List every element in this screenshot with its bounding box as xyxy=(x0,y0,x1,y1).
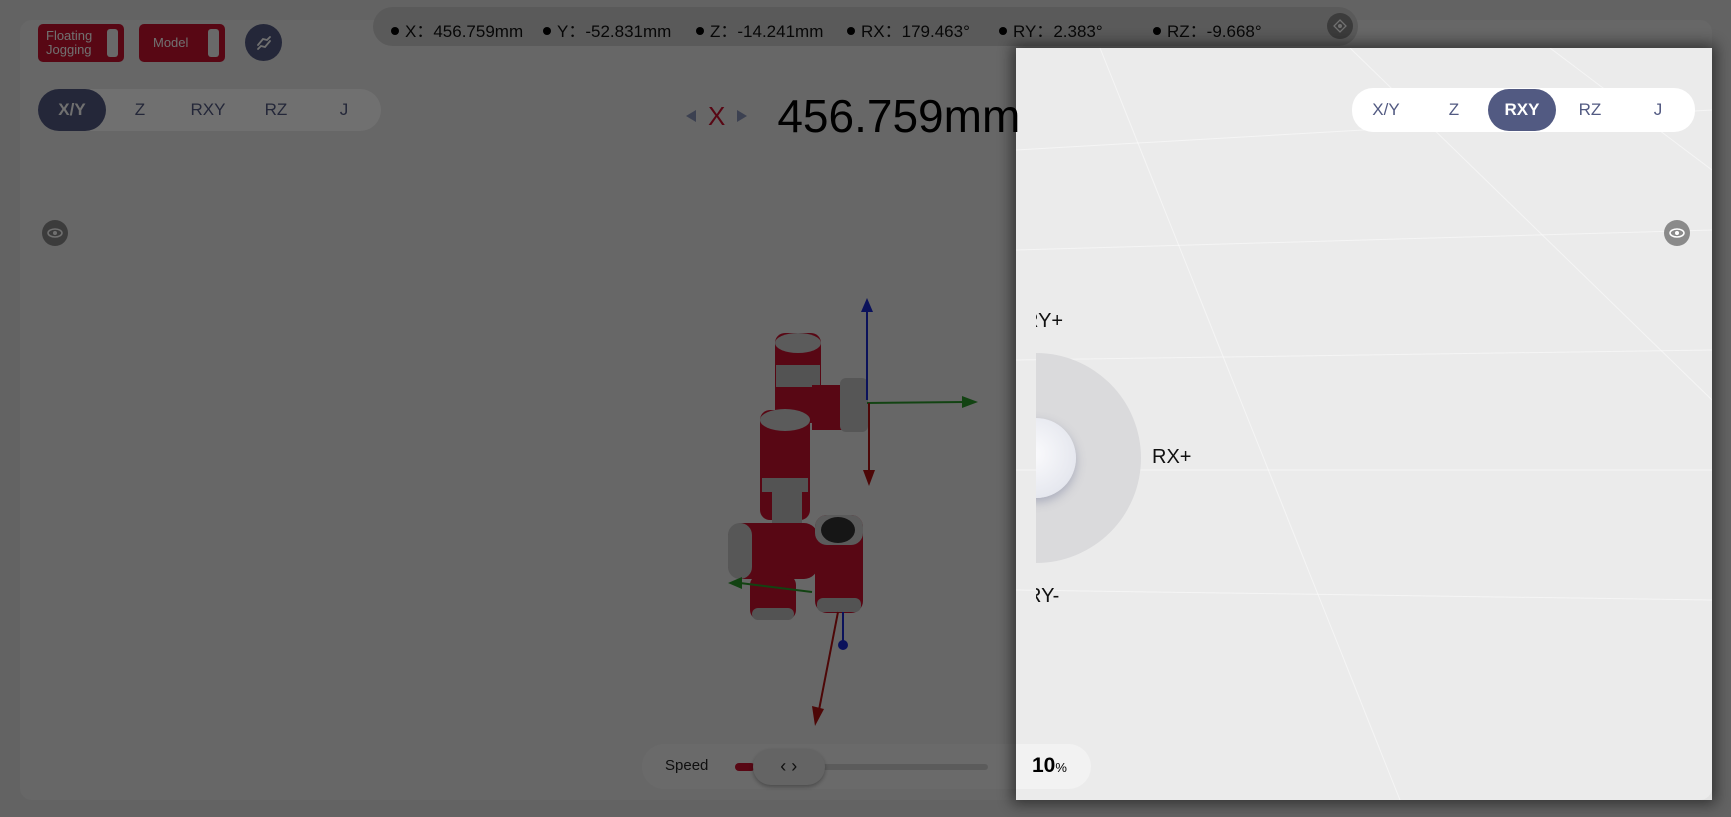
tab-xy[interactable]: X/Y xyxy=(38,89,106,131)
status-rz-value: -9.668° xyxy=(1206,22,1262,41)
joystick-label-rx-plus: RX+ xyxy=(1152,446,1192,468)
chevrons-icon: ‹ › xyxy=(780,756,798,776)
tab-rz[interactable]: RZ xyxy=(242,89,310,131)
status-y-label: Y： xyxy=(557,22,586,41)
status-z-label: Z： xyxy=(710,22,738,41)
status-rx-label: RX： xyxy=(861,22,902,41)
axis-name: X xyxy=(708,100,726,131)
speed-slider-thumb[interactable]: ‹ › xyxy=(752,749,825,785)
robot-arm xyxy=(728,333,868,620)
rotation-joystick: RY+ RX+ RY- xyxy=(1036,290,1236,620)
view-toggle-right[interactable] xyxy=(1664,220,1690,246)
mode-tabs-left: X/Y Z RXY RZ J xyxy=(38,89,381,131)
status-z: Z：-14.241mm xyxy=(696,17,823,42)
model-toggle[interactable]: Model xyxy=(139,24,225,62)
arrow-left-icon[interactable] xyxy=(686,110,696,122)
tab-rxy[interactable]: RXY xyxy=(174,89,242,131)
tab-j[interactable]: J xyxy=(1624,89,1692,131)
speed-number: 10 xyxy=(1032,754,1056,777)
eye-icon xyxy=(47,228,63,238)
eye-icon xyxy=(1333,19,1347,33)
status-ry: RY：2.383° xyxy=(999,17,1103,42)
status-visibility-button[interactable] xyxy=(1327,13,1353,39)
speed-unit: % xyxy=(1055,760,1067,775)
toggle-switch xyxy=(107,29,118,57)
status-ry-label: RY： xyxy=(1013,22,1054,41)
joystick-label-ry-minus: RY- xyxy=(1036,585,1060,607)
status-ry-value: 2.383° xyxy=(1053,22,1103,41)
link-icon xyxy=(256,35,271,50)
eye-icon xyxy=(1669,228,1685,238)
mode-tabs-right: X/Y Z RXY RZ J xyxy=(1352,88,1695,132)
status-rz: RZ：-9.668° xyxy=(1153,17,1262,42)
tab-rxy[interactable]: RXY xyxy=(1488,89,1556,131)
tab-j[interactable]: J xyxy=(310,89,378,131)
speed-label: Speed xyxy=(665,757,709,774)
status-rx-value: 179.463° xyxy=(901,22,970,41)
position-status-bar: X：456.759mm Y：-52.831mm Z：-14.241mm RX：1… xyxy=(373,7,1358,46)
speed-value: 10% xyxy=(1032,754,1067,778)
view-toggle-left[interactable] xyxy=(42,220,68,246)
status-x-label: X： xyxy=(405,22,434,41)
tab-xy[interactable]: X/Y xyxy=(1352,89,1420,131)
status-x: X：456.759mm xyxy=(391,17,523,42)
floating-jogging-label: Floating Jogging xyxy=(46,28,93,57)
status-rx: RX：179.463° xyxy=(847,17,970,42)
axis-value: 456.759mm xyxy=(777,90,1021,142)
link-button[interactable] xyxy=(245,24,282,61)
tab-rz[interactable]: RZ xyxy=(1556,89,1624,131)
axis-readout: X 456.759mm xyxy=(686,88,1020,144)
status-rz-label: RZ： xyxy=(1167,22,1207,41)
status-y-value: -52.831mm xyxy=(585,22,672,41)
status-y: Y：-52.831mm xyxy=(543,17,671,42)
speed-control: Speed ‹ › 10% xyxy=(642,744,1091,789)
model-label: Model xyxy=(153,35,189,50)
tool-frame-axes xyxy=(861,298,978,486)
joystick-label-ry-plus: RY+ xyxy=(1036,310,1064,332)
status-x-value: 456.759mm xyxy=(433,22,524,41)
toggle-switch xyxy=(208,29,219,57)
tab-z[interactable]: Z xyxy=(1420,89,1488,131)
arrow-right-icon[interactable] xyxy=(737,110,748,122)
floating-jogging-toggle[interactable]: Floating Jogging xyxy=(38,24,124,62)
tab-z[interactable]: Z xyxy=(106,89,174,131)
status-z-value: -14.241mm xyxy=(737,22,824,41)
